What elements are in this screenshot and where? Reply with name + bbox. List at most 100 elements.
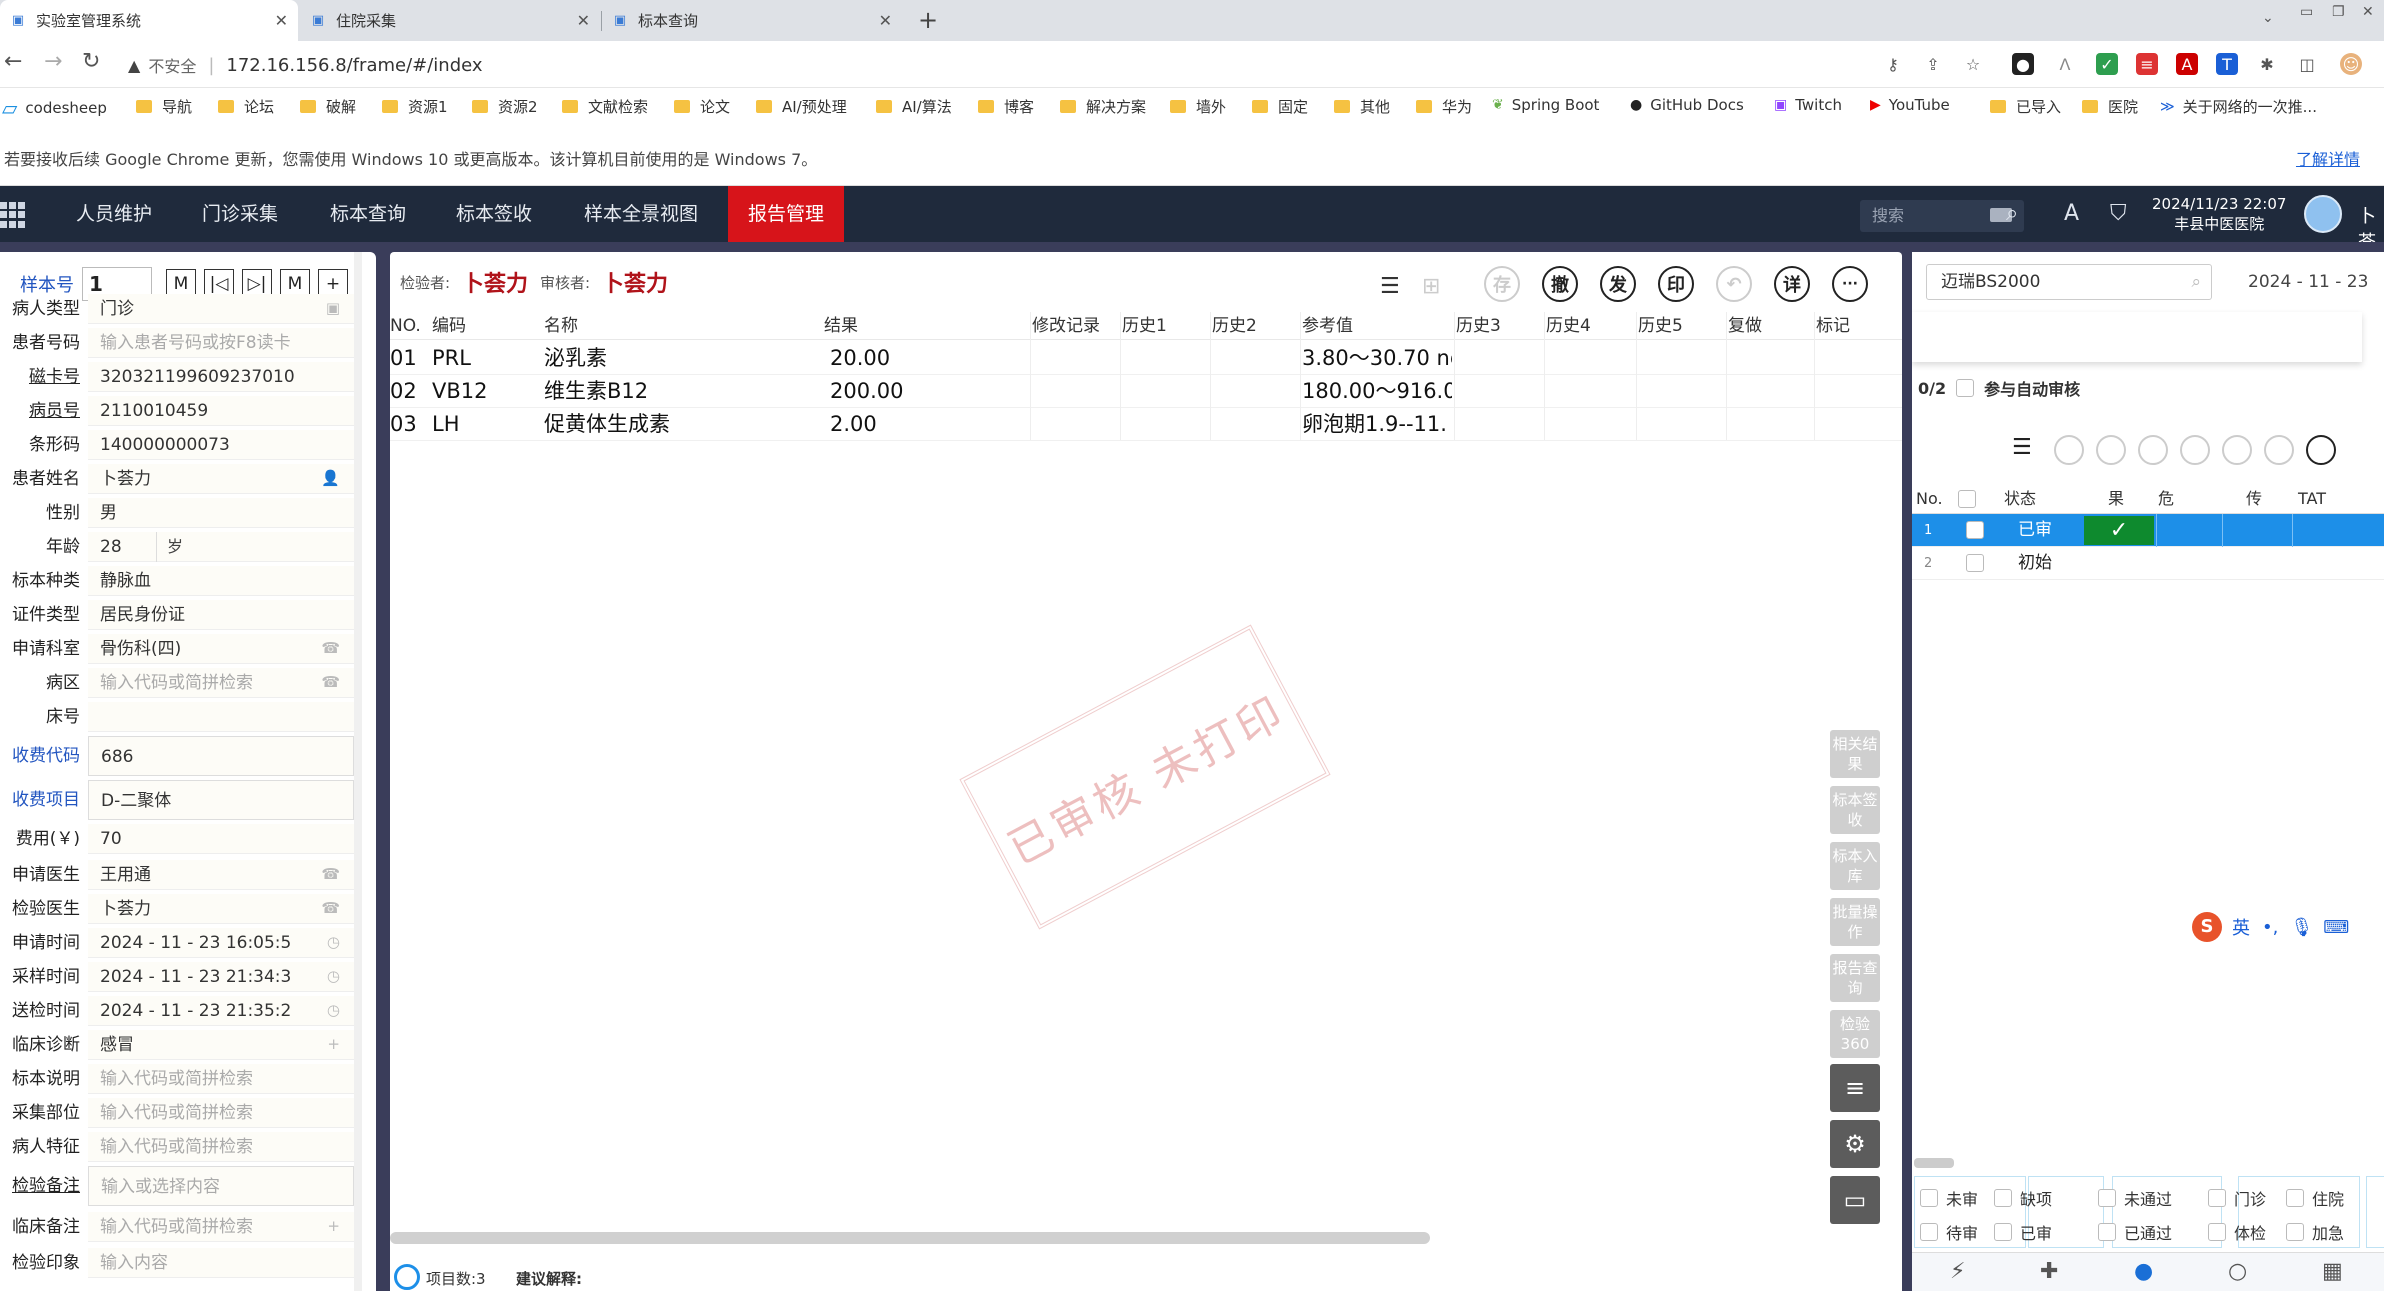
bookmark-folder[interactable]: 医院 bbox=[2082, 96, 2138, 117]
list-scrollbar[interactable] bbox=[1914, 1158, 1954, 1168]
filter-physical[interactable]: 体检 bbox=[2208, 1220, 2266, 1244]
star-icon[interactable]: ☆ bbox=[1962, 53, 1984, 75]
filter-passed[interactable]: 已通过 bbox=[2098, 1220, 2172, 1244]
field-input[interactable]: 输入代码或简拼检索 bbox=[88, 1212, 354, 1242]
key-icon[interactable]: ⚷ bbox=[1882, 53, 1904, 75]
all-grid-icon[interactable]: ▦ bbox=[2322, 1259, 2343, 1284]
bookmark-folder[interactable]: AI/预处理 bbox=[756, 96, 847, 117]
user-icon[interactable]: ● bbox=[2134, 1259, 2153, 1284]
field-input[interactable]: 28 bbox=[88, 532, 354, 562]
bookmark-item[interactable]: ▣ Twitch bbox=[1774, 96, 1842, 114]
sample-list-row[interactable]: 1 已审 ✓ bbox=[1912, 514, 2384, 547]
field-input[interactable]: 王用通 bbox=[88, 860, 354, 890]
close-icon[interactable]: ✕ bbox=[577, 11, 590, 30]
bookmark-folder[interactable]: 解决方案 bbox=[1060, 96, 1146, 117]
field-action-icon[interactable]: ☎ bbox=[321, 673, 340, 691]
filter-unreviewed[interactable]: 未审 bbox=[1920, 1186, 1978, 1210]
tab-list-chevron-icon[interactable]: ⌄ bbox=[2262, 10, 2274, 26]
history-icon[interactable]: ☰ bbox=[2012, 435, 2042, 465]
ime-toolbar[interactable]: S 英 •, 🎙 ⌨ bbox=[2192, 912, 2349, 942]
bookmark-folder[interactable]: 导航 bbox=[136, 96, 192, 117]
tool-icon[interactable] bbox=[2054, 435, 2084, 465]
browser-tab-1[interactable]: ▣ 实验室管理系统 ✕ bbox=[0, 0, 298, 41]
filter-missing[interactable]: 缺项 bbox=[1994, 1186, 2052, 1210]
tool-icon[interactable] bbox=[2264, 435, 2294, 465]
field-action-icon[interactable]: ◷ bbox=[327, 933, 340, 951]
monitor-icon[interactable]: ▭ bbox=[1830, 1176, 1880, 1224]
bookmark-folder[interactable]: 资源2 bbox=[472, 96, 538, 117]
field-input[interactable]: 输入患者号码或按F8读卡 bbox=[88, 328, 354, 358]
shield-icon[interactable]: ✓ bbox=[2096, 53, 2118, 75]
bookmark-item[interactable]: ▶ YouTube bbox=[1870, 96, 1950, 114]
tool-icon[interactable] bbox=[2096, 435, 2126, 465]
field-action-icon[interactable]: + bbox=[327, 1217, 340, 1235]
more-button[interactable]: ··· bbox=[1832, 266, 1868, 302]
nav-item-report-manage[interactable]: 报告管理 bbox=[728, 186, 845, 242]
field-input[interactable]: 输入或选择内容 bbox=[88, 1166, 354, 1206]
forward-icon[interactable]: → bbox=[44, 49, 62, 74]
field-action-icon[interactable]: ▣ bbox=[326, 299, 340, 317]
gear-icon[interactable]: ⚙ bbox=[1830, 1120, 1880, 1168]
age-unit-select[interactable]: 岁 bbox=[156, 532, 193, 562]
avatar[interactable] bbox=[2304, 195, 2342, 233]
publish-button[interactable]: 发 bbox=[1600, 266, 1636, 302]
field-input[interactable]: 卜荟力 bbox=[88, 464, 354, 494]
refresh-icon[interactable] bbox=[2306, 435, 2336, 465]
filter-reviewed[interactable]: 已审 bbox=[1994, 1220, 2052, 1244]
field-action-icon[interactable]: ☎ bbox=[321, 865, 340, 883]
bookmark-item[interactable]: ❦ Spring Boot bbox=[1492, 96, 1599, 114]
search-icon[interactable]: ⌕ bbox=[2191, 265, 2201, 299]
batch-operation-button[interactable]: 批量操作 bbox=[1830, 898, 1880, 946]
app-grid-icon[interactable] bbox=[0, 202, 26, 228]
row-checkbox[interactable] bbox=[1966, 521, 1984, 539]
undo-button[interactable]: ↶ bbox=[1716, 266, 1752, 302]
nav-item-sample-signin[interactable]: 标本签收 bbox=[436, 186, 552, 242]
field-input[interactable]: 320321199609237010 bbox=[88, 362, 354, 392]
filter-inpatient[interactable]: 住院 bbox=[2286, 1186, 2344, 1210]
field-action-icon[interactable]: ☎ bbox=[321, 639, 340, 657]
row-checkbox[interactable] bbox=[1966, 554, 1984, 572]
bookmark-folder[interactable]: 已导入 bbox=[1990, 96, 2061, 117]
select-all-checkbox[interactable] bbox=[1958, 490, 1976, 508]
nav-item-sample-panorama[interactable]: 样本全景视图 bbox=[564, 186, 718, 242]
bookmark-folder[interactable]: 破解 bbox=[300, 96, 356, 117]
bookmark-folder[interactable]: 论文 bbox=[674, 96, 730, 117]
sidebar-icon[interactable]: ◫ bbox=[2296, 53, 2318, 75]
field-input[interactable]: 静脉血 bbox=[88, 566, 354, 596]
field-action-icon[interactable]: + bbox=[327, 1035, 340, 1053]
field-input[interactable]: 骨伤科(四) bbox=[88, 634, 354, 664]
tool-icon[interactable] bbox=[2222, 435, 2252, 465]
row-result[interactable]: 20.00 bbox=[830, 342, 890, 375]
filter-failed[interactable]: 未通过 bbox=[2098, 1186, 2172, 1210]
field-input[interactable]: 2024 - 11 - 23 21:35:2 bbox=[88, 996, 354, 1026]
filter-pending[interactable]: 待审 bbox=[1920, 1220, 1978, 1244]
close-icon[interactable]: ✕ bbox=[879, 11, 892, 30]
field-action-icon[interactable]: ☎ bbox=[321, 899, 340, 917]
auto-review-checkbox[interactable] bbox=[1956, 379, 1975, 397]
extension-icon[interactable]: Λ bbox=[2054, 53, 2076, 75]
bookmark-folder[interactable]: 博客 bbox=[978, 96, 1034, 117]
field-input[interactable]: 门诊 bbox=[88, 294, 354, 324]
date-picker[interactable]: 2024 - 11 - 23 bbox=[2248, 272, 2368, 292]
table-row[interactable]: 02 VB12 维生素B12 200.00 180.00～916.0 bbox=[390, 375, 1902, 408]
row-result[interactable]: 200.00 bbox=[830, 375, 903, 408]
nav-item-outpatient-collect[interactable]: 门诊采集 bbox=[182, 186, 298, 242]
sample-storage-button[interactable]: 标本入库 bbox=[1830, 842, 1880, 890]
bookmark-folder[interactable]: 固定 bbox=[1252, 96, 1308, 117]
detail-button[interactable]: 详 bbox=[1774, 266, 1810, 302]
field-input[interactable]: 2024 - 11 - 23 21:34:3 bbox=[88, 962, 354, 992]
share-icon[interactable]: ⇪ bbox=[1922, 53, 1944, 75]
instrument-select[interactable]: 迈瑞BS2000 ⌕ bbox=[1926, 264, 2212, 300]
field-input[interactable]: 686 bbox=[88, 736, 354, 776]
field-input[interactable]: 输入代码或简拼检索 bbox=[88, 668, 354, 698]
bookmark-item[interactable]: ▱ codesheep bbox=[2, 96, 107, 120]
field-input[interactable]: 输入代码或简拼检索 bbox=[88, 1098, 354, 1128]
bolt-icon[interactable]: ⚡ bbox=[1950, 1259, 1965, 1284]
bookmark-folder[interactable]: 墙外 bbox=[1170, 96, 1226, 117]
nav-item-sample-query[interactable]: 标本查询 bbox=[310, 186, 426, 242]
field-input[interactable]: 感冒 bbox=[88, 1030, 354, 1060]
new-tab-icon[interactable]: + bbox=[918, 6, 938, 34]
table-row[interactable]: 01 PRL 泌乳素 20.00 3.80～30.70 ng bbox=[390, 342, 1902, 375]
font-size-icon[interactable]: A bbox=[2064, 201, 2079, 226]
bookmark-folder[interactable]: 论坛 bbox=[218, 96, 274, 117]
